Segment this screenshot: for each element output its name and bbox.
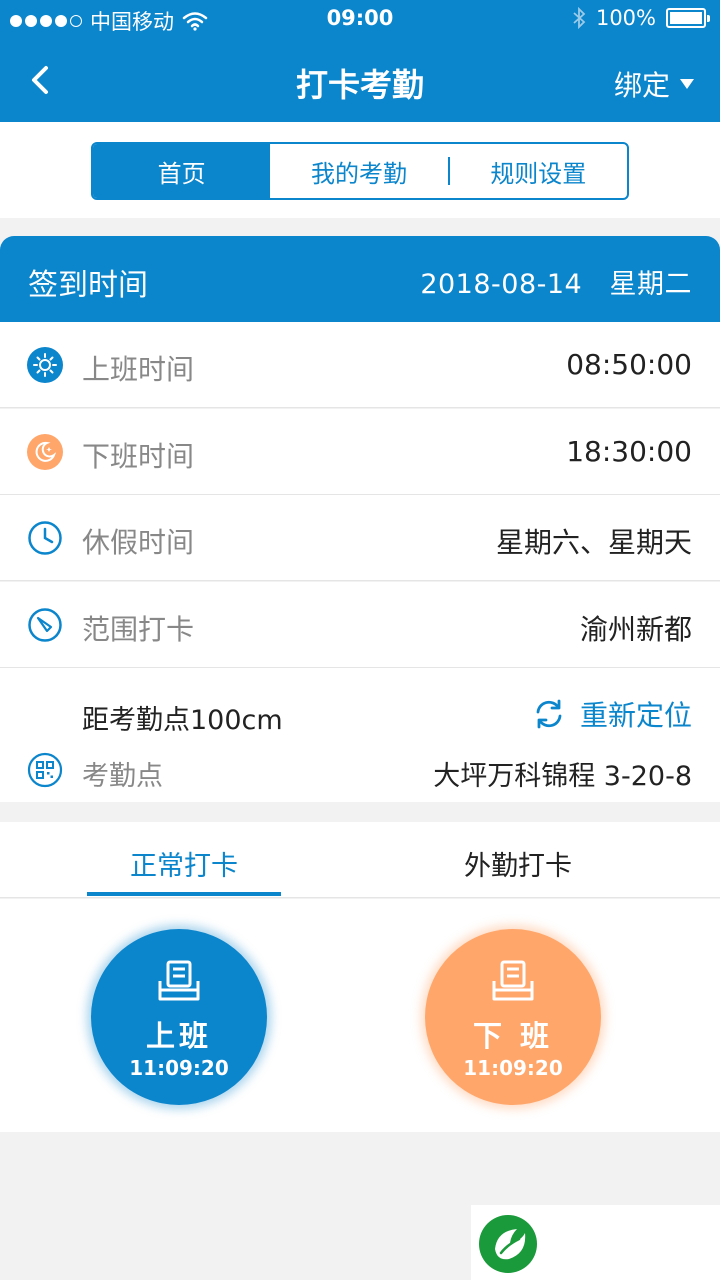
location-panel: 距考勤点100cm 重新定位 考勤点 大坪万科锦程 3-20-8	[0, 668, 720, 802]
tab-underline	[87, 892, 281, 896]
segment-bar: 首页 我的考勤 规则设置	[0, 122, 720, 218]
row-value: 星期六、星期天	[495, 526, 692, 559]
row-value: 08:50:00	[566, 348, 692, 381]
row-label: 范围打卡	[82, 613, 195, 646]
segment-home[interactable]: 首页	[93, 144, 271, 198]
relocate-label: 重新定位	[579, 699, 692, 732]
relocate-button[interactable]: 重新定位	[532, 694, 692, 734]
checkin-weekday: 星期二	[609, 269, 692, 300]
row-value: 渝州新都	[579, 613, 692, 646]
segmented-control: 首页 我的考勤 规则设置	[91, 142, 629, 200]
punch-area: 上班 11:09:20 下 班 11:09:20	[0, 899, 720, 1132]
row-value: 18:30:00	[566, 435, 692, 468]
on-duty-punch-button[interactable]: 上班 11:09:20	[91, 929, 267, 1105]
status-bar: 中国移动 09:00 100%	[0, 0, 720, 40]
row-work-end: 下班时间 18:30:00	[0, 409, 720, 495]
checkin-title: 签到时间	[28, 268, 148, 303]
distance-text: 距考勤点100cm	[82, 705, 283, 736]
compass-icon	[28, 608, 62, 642]
off-duty-label: 下 班	[472, 1019, 554, 1053]
top-bar: 中国移动 09:00 100% 打卡考勤 绑定	[0, 0, 720, 122]
caret-down-icon	[680, 79, 694, 89]
row-vacation: 休假时间 星期六、星期天	[0, 495, 720, 581]
watermark-logo	[471, 1205, 720, 1280]
off-duty-time: 11:09:20	[463, 1056, 563, 1080]
row-label: 上班时间	[82, 353, 195, 386]
punch-card-icon	[158, 960, 200, 1001]
segment-rule-settings[interactable]: 规则设置	[450, 144, 627, 198]
row-label: 下班时间	[82, 440, 195, 473]
bind-label: 绑定	[613, 69, 670, 102]
attendance-point-value: 大坪万科锦程 3-20-8	[433, 761, 692, 792]
row-label: 休假时间	[82, 526, 195, 559]
row-work-start: 上班时间 08:50:00	[0, 322, 720, 408]
battery-icon	[666, 8, 710, 28]
refresh-icon	[536, 699, 562, 729]
on-duty-label: 上班	[145, 1019, 212, 1053]
clock-icon	[28, 521, 62, 555]
punch-card-icon	[492, 960, 534, 1001]
checkin-date-value: 2018-08-14	[420, 269, 583, 300]
bind-dropdown[interactable]: 绑定	[614, 64, 694, 104]
qr-code-icon	[27, 752, 63, 788]
leaf-logo-icon	[479, 1215, 537, 1273]
attendance-point-label: 考勤点	[82, 761, 163, 792]
battery-percent: 100%	[595, 6, 656, 30]
tab-field-checkin[interactable]: 外勤打卡	[421, 844, 615, 883]
checkin-date: 2018-08-14 星期二	[420, 262, 692, 301]
page-title: 打卡考勤	[295, 66, 424, 104]
checkin-tabs: 正常打卡 外勤打卡	[0, 822, 720, 898]
bluetooth-icon	[573, 7, 586, 29]
segment-my-attendance[interactable]: 我的考勤	[270, 144, 447, 198]
nav-bar: 打卡考勤 绑定	[0, 40, 720, 122]
tab-normal-checkin[interactable]: 正常打卡	[87, 844, 281, 883]
row-range-checkin[interactable]: 范围打卡 渝州新都	[0, 582, 720, 668]
sun-icon	[27, 347, 63, 383]
on-duty-time: 11:09:20	[129, 1056, 229, 1080]
moon-icon	[27, 434, 63, 470]
off-duty-punch-button[interactable]: 下 班 11:09:20	[425, 929, 601, 1105]
checkin-header: 签到时间 2018-08-14 星期二	[0, 236, 720, 322]
